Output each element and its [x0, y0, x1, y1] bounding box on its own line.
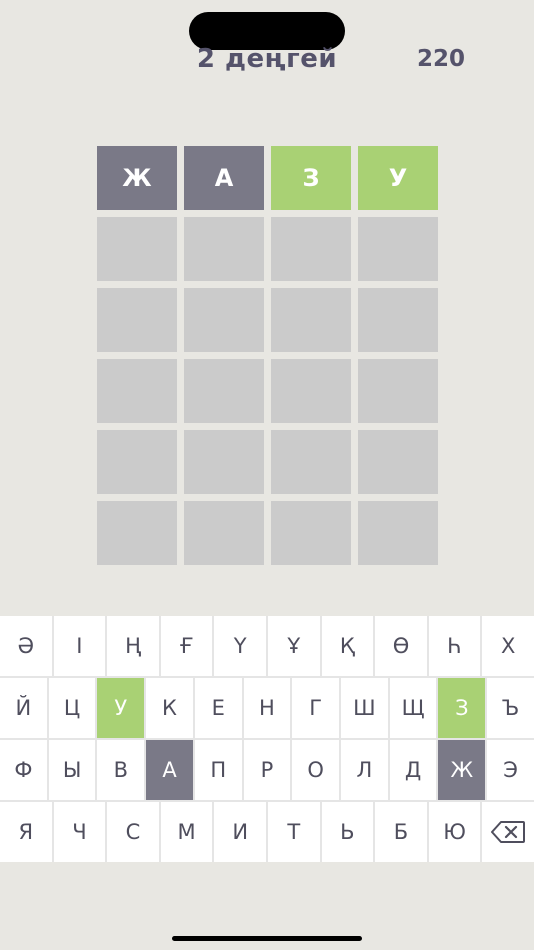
board-tile [358, 217, 438, 281]
board-tile [97, 288, 177, 352]
key-Ч[interactable]: Ч [53, 802, 106, 862]
board-tile: У [358, 146, 438, 210]
key-Р[interactable]: Р [243, 740, 291, 800]
key-Ш[interactable]: Ш [341, 678, 388, 738]
key-Т[interactable]: Т [267, 802, 320, 862]
key-Ь[interactable]: Ь [321, 802, 374, 862]
key-С[interactable]: С [107, 802, 159, 862]
score-display: 220 [416, 46, 465, 72]
backspace-icon [491, 821, 526, 843]
board-tile [184, 359, 264, 423]
board-tile [358, 288, 438, 352]
game-board: ЖАЗУ [97, 146, 438, 565]
keyboard-row-3: ФЫВАПРОЛДЖЭ [0, 740, 534, 800]
key-В[interactable]: В [97, 740, 145, 800]
key-Ұ[interactable]: Ұ [267, 616, 320, 676]
key-Ы[interactable]: Ы [48, 740, 96, 800]
board-tile [271, 430, 351, 494]
board-tile [358, 501, 438, 565]
key-Ю[interactable]: Ю [428, 802, 481, 862]
key-З[interactable]: З [438, 678, 486, 738]
board-tile [97, 430, 177, 494]
key-Қ[interactable]: Қ [321, 616, 374, 676]
board-tile [97, 501, 177, 565]
keyboard-row-4: ЯЧСМИТЬБЮ [0, 802, 534, 862]
board-tile [97, 217, 177, 281]
key-Л[interactable]: Л [341, 740, 388, 800]
board-tile [271, 217, 351, 281]
board-tile [184, 288, 264, 352]
key-Ә[interactable]: Ә [0, 616, 52, 676]
board-tile [358, 359, 438, 423]
key-Я[interactable]: Я [0, 802, 52, 862]
home-indicator [172, 936, 362, 941]
key-Һ[interactable]: Һ [428, 616, 481, 676]
board-tile [184, 501, 264, 565]
key-Й[interactable]: Й [0, 678, 47, 738]
key-Ү[interactable]: Ү [214, 616, 266, 676]
key-Ғ[interactable]: Ғ [160, 616, 213, 676]
board-tile: Ж [97, 146, 177, 210]
key-Ц[interactable]: Ц [48, 678, 96, 738]
key-К[interactable]: К [146, 678, 193, 738]
key-И[interactable]: И [214, 802, 266, 862]
key-Б[interactable]: Б [375, 802, 427, 862]
key-Ж[interactable]: Ж [438, 740, 486, 800]
board-tile [184, 430, 264, 494]
keyboard-row-1: ӘІҢҒҮҰҚӨҺХ [0, 616, 534, 676]
key-Э[interactable]: Э [487, 740, 534, 800]
key-Щ[interactable]: Щ [389, 678, 437, 738]
board-tile [271, 359, 351, 423]
key-І[interactable]: І [53, 616, 106, 676]
key-О[interactable]: О [292, 740, 340, 800]
keyboard-row-2: ЙЦУКЕНГШЩЗЪ [0, 678, 534, 738]
board-tile [358, 430, 438, 494]
key-Ө[interactable]: Ө [375, 616, 427, 676]
board-tile [271, 501, 351, 565]
on-screen-keyboard: ӘІҢҒҮҰҚӨҺХ ЙЦУКЕНГШЩЗЪ ФЫВАПРОЛДЖЭ ЯЧСМИ… [0, 616, 534, 862]
key-У[interactable]: У [97, 678, 145, 738]
key-Ң[interactable]: Ң [107, 616, 159, 676]
key-Х[interactable]: Х [482, 616, 534, 676]
board-tile [271, 288, 351, 352]
key-П[interactable]: П [194, 740, 242, 800]
key-Ъ[interactable]: Ъ [487, 678, 534, 738]
key-Ф[interactable]: Ф [0, 740, 47, 800]
backspace-key[interactable] [482, 802, 534, 862]
board-tile [97, 359, 177, 423]
key-М[interactable]: М [160, 802, 213, 862]
board-tile [184, 217, 264, 281]
key-Е[interactable]: Е [194, 678, 242, 738]
board-tile: З [271, 146, 351, 210]
key-Н[interactable]: Н [243, 678, 291, 738]
key-Д[interactable]: Д [389, 740, 437, 800]
key-А[interactable]: А [146, 740, 193, 800]
key-Г[interactable]: Г [292, 678, 340, 738]
board-tile: А [184, 146, 264, 210]
